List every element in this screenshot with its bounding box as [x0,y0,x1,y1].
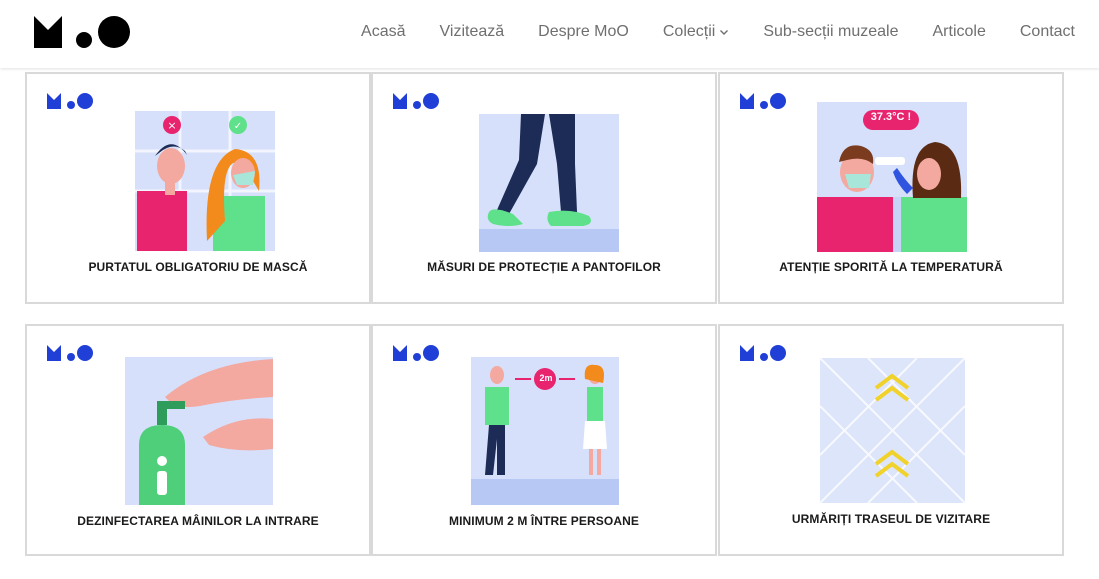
nav-item-despre[interactable]: Despre MoO [538,23,629,41]
info-card-shoes: MĂSURI DE PROTECȚIE A PANTOFILOR [371,72,717,304]
card-caption: URMĂRIȚI TRASEUL DE VIZITARE [791,512,991,526]
nav-item-colectii-label: Colecții [662,23,716,40]
nav-item-subsectii[interactable]: Sub-secții muzeale [763,23,898,41]
chevron-down-icon [720,30,729,35]
moo-card-logo-icon [47,345,93,361]
card-caption: PURTATUL OBLIGATORIU DE MASCĂ [88,260,308,274]
moo-card-logo-icon [740,93,786,109]
svg-text:×: × [167,119,176,132]
info-card-sanitizer: DEZINFECTAREA MÂINILOR LA INTRARE [25,324,371,556]
nav-item-contact[interactable]: Contact [1020,23,1075,41]
nav-item-colectii[interactable]: Colecții [663,23,729,41]
route-arrows-illustration-icon [820,358,965,503]
site-header: Acasă Vizitează Despre MoO Colecții Sub-… [0,0,1099,68]
info-card-mask: × ✓ PURTATUL OBLIGATORIU DE MASCĂ [25,72,371,304]
card-caption: ATENȚIE SPORITĂ LA TEMPERATURĂ [779,260,1003,274]
info-card-distance: 2m MINIMUM 2 M ÎNTRE PERSOANE [371,324,717,556]
moo-card-logo-icon [740,345,786,361]
nav-item-acasa[interactable]: Acasă [361,23,405,41]
moo-card-logo-icon [47,93,93,109]
info-card-route: URMĂRIȚI TRASEUL DE VIZITARE [718,324,1064,556]
moo-logo[interactable] [34,16,130,48]
nav-item-viziteaza[interactable]: Vizitează [440,23,505,41]
moo-card-logo-icon [393,93,439,109]
mask-illustration-icon: × ✓ [135,111,275,251]
shoe-cover-illustration-icon [479,114,619,252]
main-nav: Acasă Vizitează Despre MoO Colecții Sub-… [361,0,1075,64]
info-card-temperature: 37.3°C ! ATENȚIE SPORITĂ LA TEMPERATURĂ [718,72,1064,304]
card-caption: DEZINFECTAREA MÂINILOR LA INTRARE [77,514,319,528]
svg-text:✓: ✓ [234,121,242,132]
card-caption: MINIMUM 2 M ÎNTRE PERSOANE [449,514,639,528]
moo-card-logo-icon [393,345,439,361]
temperature-badge: 37.3°C ! [870,111,912,123]
card-caption: MĂSURI DE PROTECȚIE A PANTOFILOR [427,260,661,274]
temperature-check-illustration-icon [817,102,967,252]
nav-item-articole[interactable]: Articole [933,23,986,41]
distance-badge: 2m [539,373,553,383]
hand-sanitizer-illustration-icon [125,357,273,505]
